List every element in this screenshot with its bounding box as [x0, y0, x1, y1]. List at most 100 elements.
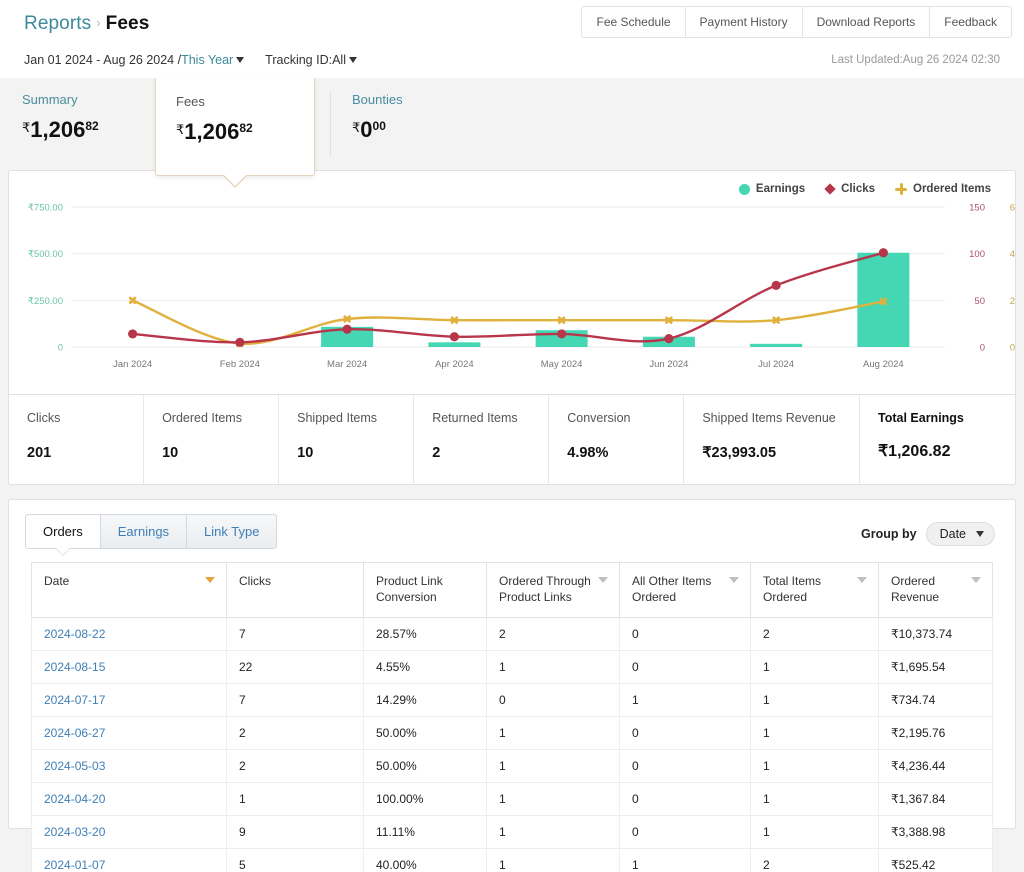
cell-clicks: 5 [226, 848, 364, 872]
sort-caret-icon[interactable] [205, 577, 215, 583]
metric-label: Shipped Items [297, 411, 378, 425]
cell-revenue: ₹3,388.98 [878, 815, 993, 850]
date-range-text: Jan 01 2024 - Aug 26 2024 / [24, 52, 182, 67]
svg-text:₹750.00: ₹750.00 [28, 203, 63, 214]
orders-table: Date Clicks Product Link Conversion Orde… [31, 561, 993, 872]
cell-clicks: 22 [226, 650, 364, 685]
date-link[interactable]: 2024-08-22 [44, 627, 105, 641]
summary-card-bounties[interactable]: Bounties ₹000 [330, 78, 495, 170]
value-decimals: 82 [85, 119, 99, 133]
date-link[interactable]: 2024-06-27 [44, 726, 105, 740]
cell-ordered-through: 1 [486, 782, 620, 817]
tab-earnings[interactable]: Earnings [100, 515, 188, 548]
metric-value: 2 [432, 445, 441, 461]
date-range-chevron-down-icon[interactable] [236, 56, 245, 63]
date-link[interactable]: 2024-05-03 [44, 759, 105, 773]
tab-link-type[interactable]: Link Type [187, 515, 277, 548]
cell-all-other: 0 [619, 617, 751, 652]
legend-label-ordered-items: Ordered Items [913, 183, 991, 195]
summary-card-fees[interactable]: Fees ₹1,20682 [155, 78, 315, 188]
cell-date: 2024-08-22 [31, 617, 227, 652]
summary-card-value: ₹000 [352, 117, 475, 143]
legend-item-ordered-items[interactable]: Ordered Items [895, 183, 991, 195]
svg-text:2: 2 [1010, 296, 1015, 307]
cell-date: 2024-04-20 [31, 782, 227, 817]
date-link[interactable]: 2024-04-20 [44, 792, 105, 806]
table-header: Date Clicks Product Link Conversion Orde… [31, 561, 993, 619]
column-header-total-items-ordered[interactable]: Total Items Ordered [750, 561, 879, 619]
column-header-all-other-items-ordered[interactable]: All Other Items Ordered [619, 561, 751, 619]
cell-date: 2024-07-17 [31, 683, 227, 718]
value-whole: 0 [360, 117, 373, 142]
cell-all-other: 0 [619, 749, 751, 784]
cell-date: 2024-08-15 [31, 650, 227, 685]
date-link[interactable]: 2024-07-17 [44, 693, 105, 707]
summary-card-value: ₹1,20682 [22, 117, 145, 143]
sort-caret-icon[interactable] [857, 577, 867, 583]
column-header-product-link-conversion[interactable]: Product Link Conversion [363, 561, 487, 619]
svg-text:Jul 2024: Jul 2024 [758, 359, 794, 370]
chart-svg: 0 0 0 ₹250.00 50 2 ₹500.00 100 4 ₹750.00 150 6 Jan 2… [28, 203, 1015, 371]
link-fee-schedule[interactable]: Fee Schedule [582, 7, 686, 37]
cell-ordered-through: 1 [486, 848, 620, 872]
top-bar: Reports › Fees Jan 01 2024 - Aug 26 2024 /… [0, 0, 1024, 78]
cell-all-other: 1 [619, 683, 751, 718]
metric-value: ₹23,993.05 [702, 445, 777, 461]
table-row: 2024-08-22 7 28.57% 2 0 2 ₹10,373.74 [31, 617, 993, 652]
tracking-id-filter[interactable]: Tracking ID:All [265, 53, 346, 67]
cell-all-other: 0 [619, 815, 751, 850]
breadcrumb-separator-icon: › [96, 15, 101, 30]
link-download-reports[interactable]: Download Reports [803, 7, 931, 37]
column-label: Clicks [239, 574, 271, 588]
cell-total-items: 2 [750, 848, 879, 872]
value-whole: 1,206 [184, 119, 240, 144]
breadcrumb-parent-link[interactable]: Reports [24, 13, 91, 34]
svg-text:May 2024: May 2024 [541, 359, 583, 370]
group-by-select[interactable]: Date [925, 522, 995, 546]
legend-item-earnings[interactable]: Earnings [738, 183, 805, 195]
cell-revenue: ₹4,236.44 [878, 749, 993, 784]
metric-shipped-items: Shipped Items 10 [279, 395, 415, 484]
cell-clicks: 1 [226, 782, 364, 817]
cell-ordered-through: 0 [486, 683, 620, 718]
cell-conversion: 50.00% [363, 749, 487, 784]
cell-all-other: 1 [619, 848, 751, 872]
sort-caret-icon[interactable] [971, 577, 981, 583]
date-link[interactable]: 2024-08-15 [44, 660, 105, 674]
metric-value: 201 [27, 445, 52, 461]
metric-shipped-items-revenue: Shipped Items Revenue ₹23,993.05 [684, 395, 860, 484]
date-link[interactable]: 2024-03-20 [44, 825, 105, 839]
summary-card-label: Summary [22, 92, 78, 107]
column-header-date[interactable]: Date [31, 561, 227, 619]
summary-card-summary[interactable]: Summary ₹1,20682 [0, 78, 165, 170]
card-pointer-fill-icon [222, 173, 248, 186]
svg-text:₹500.00: ₹500.00 [28, 249, 63, 260]
cell-revenue: ₹1,367.84 [878, 782, 993, 817]
metric-total-earnings: Total Earnings ₹1,206.82 [860, 395, 1015, 484]
svg-text:0: 0 [1010, 343, 1015, 354]
cell-all-other: 0 [619, 650, 751, 685]
legend-label-clicks: Clicks [841, 183, 876, 195]
link-payment-history[interactable]: Payment History [686, 7, 803, 37]
date-range-period[interactable]: This Year [181, 53, 233, 67]
date-link[interactable]: 2024-01-07 [44, 858, 105, 872]
svg-text:100: 100 [969, 249, 985, 260]
sort-caret-icon[interactable] [729, 577, 739, 583]
cell-conversion: 28.57% [363, 617, 487, 652]
value-decimals: 82 [239, 121, 253, 135]
tracking-id-chevron-down-icon[interactable] [348, 56, 357, 63]
column-header-clicks[interactable]: Clicks [226, 561, 364, 619]
column-header-ordered-through-product-links[interactable]: Ordered Through Product Links [486, 561, 620, 619]
svg-text:Aug 2024: Aug 2024 [863, 359, 904, 370]
cell-total-items: 1 [750, 716, 879, 751]
svg-text:Jan 2024: Jan 2024 [113, 359, 152, 370]
sort-caret-icon[interactable] [598, 577, 608, 583]
tab-orders[interactable]: Orders [26, 515, 101, 548]
legend-item-clicks[interactable]: Clicks [824, 183, 876, 195]
filter-bar: Jan 01 2024 - Aug 26 2024 /This Year Tra… [24, 52, 357, 67]
earnings-circle-icon [738, 183, 750, 195]
metric-label: Returned Items [432, 411, 518, 425]
link-feedback[interactable]: Feedback [930, 7, 1011, 37]
metric-value: ₹1,206.82 [878, 443, 951, 460]
column-header-ordered-revenue[interactable]: Ordered Revenue [878, 561, 993, 619]
